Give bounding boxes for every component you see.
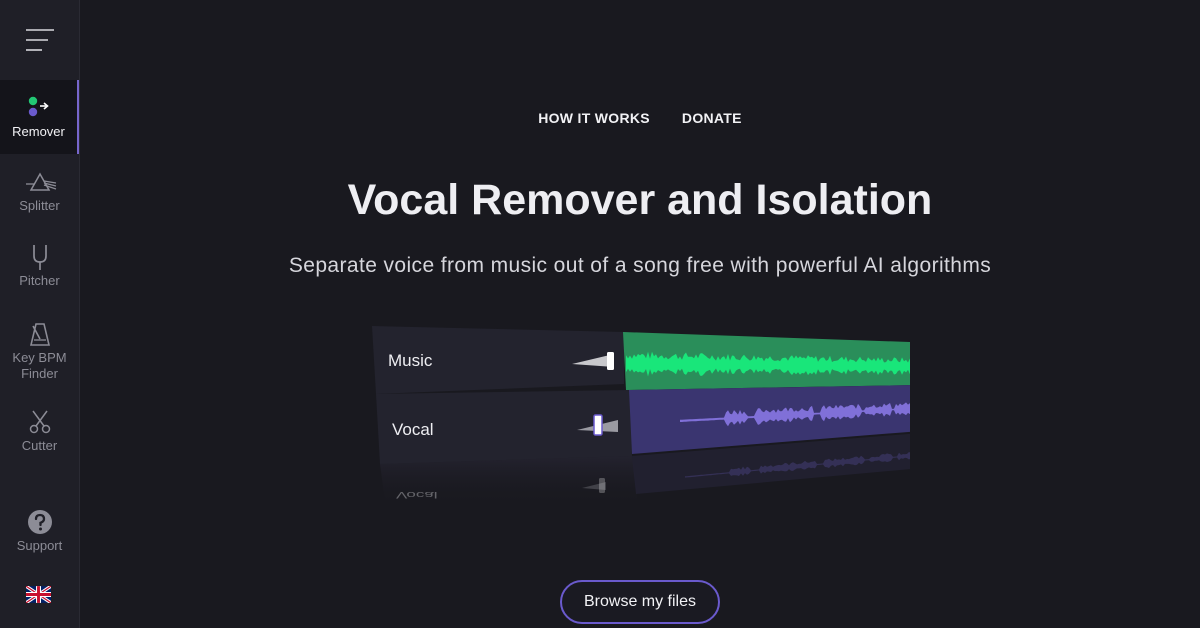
- sidebar-item-label: Key BPM Finder: [12, 350, 67, 381]
- sidebar: Remover Splitter Pitcher Key BPM Finder …: [0, 0, 80, 628]
- remover-icon: [26, 94, 52, 122]
- tuning-fork-icon: [31, 243, 49, 271]
- sidebar-item-label: Cutter: [21, 438, 58, 453]
- sidebar-item-pitcher[interactable]: Pitcher: [0, 229, 79, 303]
- sidebar-item-splitter[interactable]: Splitter: [0, 154, 79, 228]
- music-volume-slider[interactable]: [607, 352, 614, 370]
- donate-link[interactable]: DONATE: [682, 110, 742, 126]
- how-it-works-link[interactable]: HOW IT WORKS: [538, 110, 650, 126]
- help-icon: [27, 508, 53, 536]
- browse-files-button[interactable]: Browse my files: [560, 580, 720, 624]
- reflection-volume-slider: [599, 478, 605, 493]
- page-subtitle: Separate voice from music out of a song …: [288, 254, 992, 277]
- main-content: HOW IT WORKS DONATE Vocal Remover and Is…: [80, 0, 1200, 628]
- vocal-reflection-label: Vocal: [396, 490, 438, 500]
- sidebar-item-support[interactable]: Support: [0, 494, 79, 568]
- metronome-icon: [29, 320, 50, 348]
- top-navigation: HOW IT WORKS DONATE: [80, 110, 1200, 126]
- language-selector[interactable]: [25, 584, 52, 605]
- sidebar-item-label: Remover: [12, 124, 65, 139]
- sidebar-item-remover[interactable]: Remover: [0, 80, 79, 154]
- sidebar-item-key-bpm-finder[interactable]: Key BPM Finder: [0, 311, 79, 391]
- music-track-label: Music: [388, 351, 433, 370]
- sidebar-item-label: Splitter: [19, 198, 60, 213]
- scissors-icon: [29, 408, 51, 436]
- vocal-volume-slider[interactable]: [593, 414, 603, 436]
- support-label: Support: [16, 538, 63, 553]
- page-title: Vocal Remover and Isolation: [347, 176, 933, 224]
- uk-flag-icon: [25, 584, 52, 605]
- sidebar-item-label: Pitcher: [19, 273, 60, 288]
- sidebar-item-cutter[interactable]: Cutter: [0, 394, 79, 468]
- mixer-illustration: Music Vocal Vocal: [372, 326, 910, 508]
- prism-icon: [23, 168, 57, 196]
- hamburger-menu-icon: [25, 29, 54, 51]
- vocal-track-label: Vocal: [392, 420, 434, 439]
- hamburger-menu-button[interactable]: [0, 0, 79, 80]
